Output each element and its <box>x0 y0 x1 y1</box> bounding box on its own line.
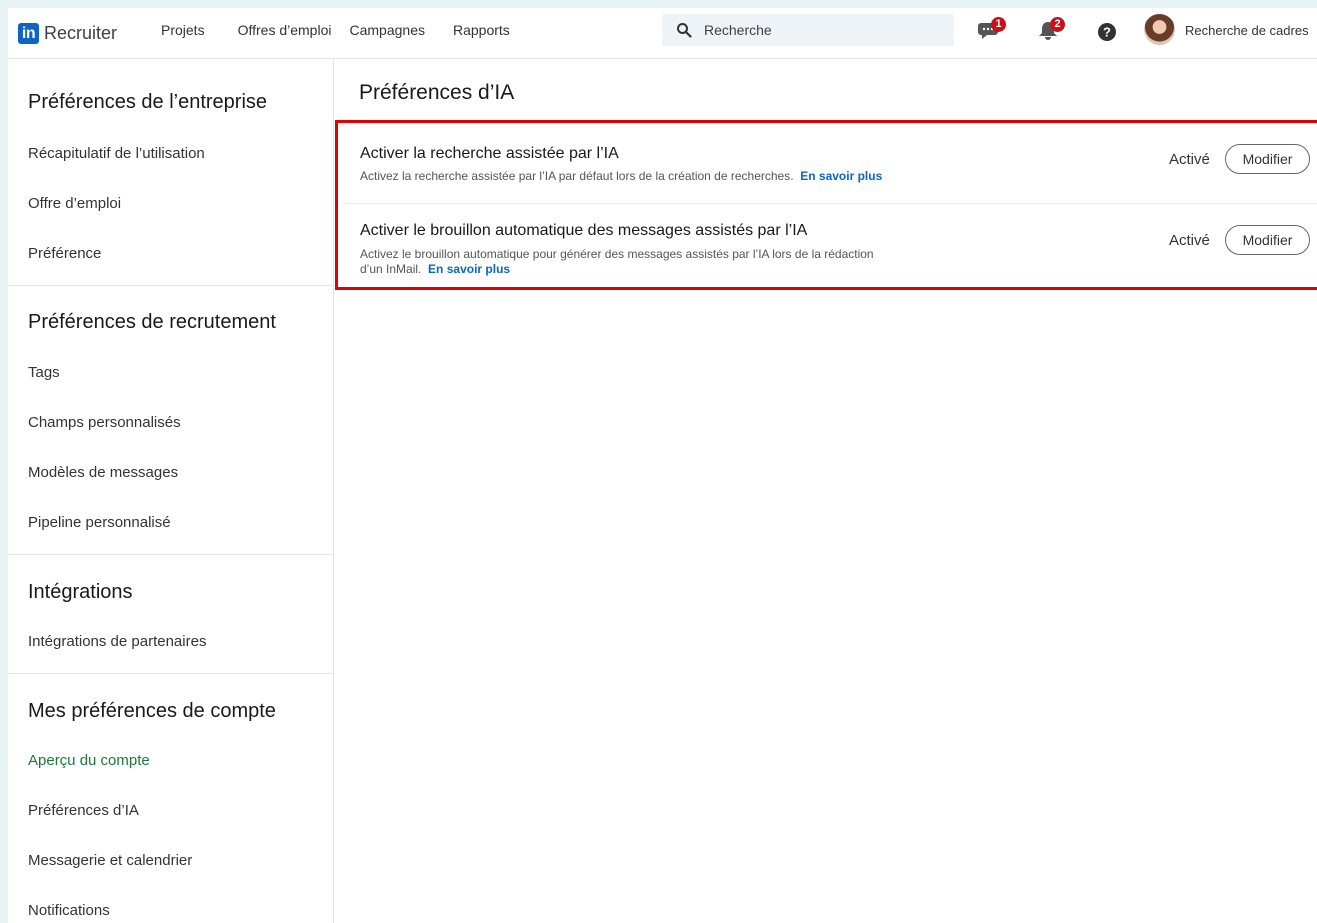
status-text: Activé <box>1169 151 1210 168</box>
sidebar-item-preference[interactable]: Préférence <box>28 245 101 262</box>
row-title: Activer la recherche assistée par l’IA <box>360 145 619 162</box>
help-icon: ? <box>1098 23 1116 41</box>
preference-row-ai-search: Activer la recherche assistée par l’IA A… <box>342 129 1317 204</box>
modify-button[interactable]: Modifier <box>1225 144 1310 174</box>
notifications-badge: 2 <box>1050 17 1065 32</box>
sidebar-divider <box>8 673 333 674</box>
description-text: Activez la recherche assistée par l’IA p… <box>360 169 794 183</box>
sidebar-divider <box>8 554 333 555</box>
learn-more-link[interactable]: En savoir plus <box>800 169 882 183</box>
messages-button[interactable]: 1 <box>978 17 1006 46</box>
sidebar-item-champs[interactable]: Champs personnalisés <box>28 414 181 431</box>
status-text: Activé <box>1169 232 1210 249</box>
messages-badge: 1 <box>991 17 1006 32</box>
search-icon <box>677 23 692 38</box>
row-title: Activer le brouillon automatique des mes… <box>360 222 808 239</box>
search-input[interactable] <box>702 21 936 39</box>
settings-sidebar: Préférences de l’entreprise Récapitulati… <box>8 59 334 923</box>
sidebar-item-pipeline[interactable]: Pipeline personnalisé <box>28 514 171 531</box>
account-label[interactable]: Recherche de cadres <box>1185 23 1309 38</box>
sidebar-divider <box>8 285 333 286</box>
section-title-entreprise: Préférences de l’entreprise <box>28 91 268 113</box>
description-text: Activez le brouillon automatique pour gé… <box>360 247 874 261</box>
page-title: Préférences d’IA <box>359 81 515 104</box>
section-title-recrutement: Préférences de recrutement <box>28 311 276 333</box>
search-bar[interactable] <box>662 14 954 46</box>
sidebar-item-messagerie[interactable]: Messagerie et calendrier <box>28 852 192 869</box>
main-content: Préférences d’IA Activer la recherche as… <box>334 59 1317 923</box>
row-description: Activez le brouillon automatique pour gé… <box>360 247 1000 277</box>
sidebar-item-notifications[interactable]: Notifications <box>28 902 110 919</box>
nav-link-offres[interactable]: Offres d’emploi <box>238 22 332 38</box>
logo-text: Recruiter <box>44 22 118 43</box>
sidebar-item-integrations-partenaires[interactable]: Intégrations de partenaires <box>28 633 206 650</box>
svg-text:?: ? <box>1103 25 1111 40</box>
nav-link-rapports[interactable]: Rapports <box>453 22 510 38</box>
preference-row-ai-draft: Activer le brouillon automatique des mes… <box>342 204 1317 296</box>
sidebar-item-preferences-ia[interactable]: Préférences d’IA <box>28 802 139 819</box>
sidebar-item-tags[interactable]: Tags <box>28 364 60 381</box>
section-title-compte: Mes préférences de compte <box>28 700 276 722</box>
linkedin-logo-icon: in <box>18 22 39 44</box>
notifications-button[interactable]: 2 <box>1037 17 1065 46</box>
sidebar-item-recapitulatif[interactable]: Récapitulatif de l’utilisation <box>28 145 205 162</box>
sidebar-item-offre-emploi[interactable]: Offre d’emploi <box>28 195 121 212</box>
app-window: in Recruiter Projets Offres d’emploi Cam… <box>8 8 1317 923</box>
nav-link-projets[interactable]: Projets <box>161 22 205 38</box>
description-text-line2: d’un InMail. <box>360 262 422 276</box>
main-nav: Projets Offres d’emploi Campagnes Rappor… <box>161 22 510 38</box>
avatar[interactable] <box>1144 14 1175 45</box>
modify-button[interactable]: Modifier <box>1225 225 1310 255</box>
row-description: Activez la recherche assistée par l’IA p… <box>360 169 1000 184</box>
nav-link-campagnes[interactable]: Campagnes <box>349 22 425 38</box>
sidebar-item-apercu-compte[interactable]: Aperçu du compte <box>28 752 150 769</box>
recruiter-logo[interactable]: in Recruiter <box>18 20 117 46</box>
help-button[interactable]: ? <box>1098 23 1116 46</box>
section-title-integrations: Intégrations <box>28 581 133 603</box>
top-nav: in Recruiter Projets Offres d’emploi Cam… <box>8 8 1317 59</box>
sidebar-item-modeles[interactable]: Modèles de messages <box>28 464 178 481</box>
learn-more-link[interactable]: En savoir plus <box>428 262 510 276</box>
